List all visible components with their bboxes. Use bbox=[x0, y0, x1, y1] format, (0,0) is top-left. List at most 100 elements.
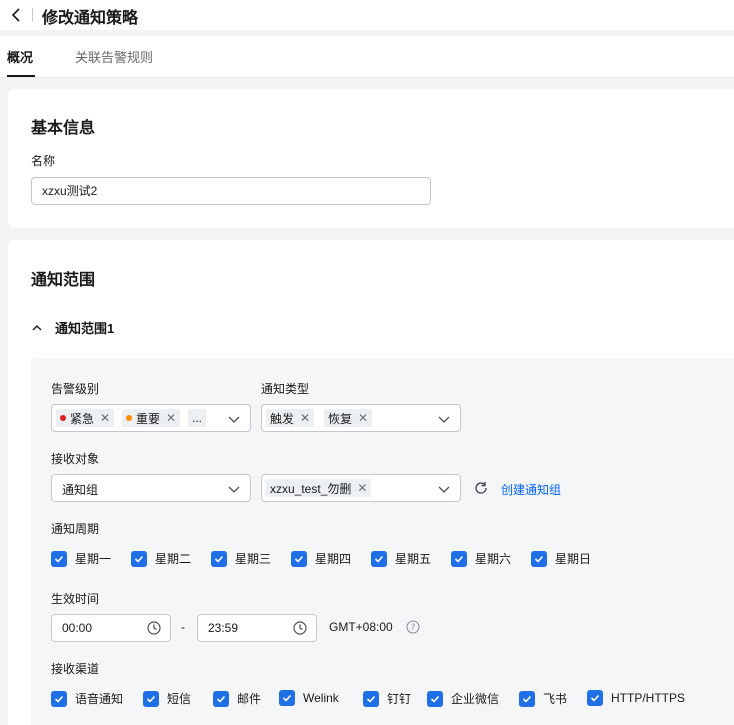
chevron-up-icon bbox=[32, 324, 42, 330]
checkbox-checked-icon bbox=[363, 690, 379, 707]
basic-info-title: 基本信息 bbox=[31, 120, 96, 137]
checkbox-label: 星期二 bbox=[155, 552, 192, 566]
channels-label: 接收渠道 bbox=[51, 662, 100, 676]
timezone-text: GMT+08:00 bbox=[329, 620, 393, 634]
remove-tag-icon[interactable]: ✕ bbox=[166, 411, 176, 425]
tag-label: 触发 bbox=[270, 411, 295, 426]
end-time-value: 23:59 bbox=[208, 621, 239, 635]
weekday-checkbox[interactable]: 星期日 bbox=[531, 550, 591, 567]
remove-tag-icon[interactable]: ✕ bbox=[358, 411, 368, 425]
checkbox-checked-icon bbox=[143, 690, 159, 707]
channel-checkbox[interactable]: 邮件 bbox=[213, 690, 261, 707]
alarm-level-select[interactable]: 紧急 ✕ 重要 ✕ ... bbox=[51, 404, 251, 432]
chevron-down-icon bbox=[438, 416, 450, 423]
checkbox-checked-icon bbox=[291, 550, 307, 567]
notify-type-label: 通知类型 bbox=[261, 382, 310, 396]
time-range-separator: - bbox=[181, 620, 185, 634]
checkbox-label: 星期六 bbox=[475, 552, 512, 566]
checkbox-label: 语音通知 bbox=[75, 692, 124, 706]
chevron-down-icon bbox=[228, 486, 240, 493]
checkbox-checked-icon bbox=[427, 690, 443, 707]
checkbox-checked-icon bbox=[587, 690, 603, 706]
weekday-checkbox[interactable]: 星期四 bbox=[291, 550, 351, 567]
weekday-checkbox[interactable]: 星期五 bbox=[371, 550, 431, 567]
checkbox-checked-icon bbox=[531, 550, 547, 567]
period-label: 通知周期 bbox=[51, 522, 100, 536]
receiver-label: 接收对象 bbox=[51, 452, 100, 466]
svg-text:?: ? bbox=[411, 623, 416, 633]
weekday-checkbox[interactable]: 星期六 bbox=[451, 550, 511, 567]
effective-time-label: 生效时间 bbox=[51, 592, 100, 606]
name-input[interactable]: xzxu测试2 bbox=[31, 177, 431, 205]
receiver-type-value: 通知组 bbox=[62, 483, 99, 497]
scope-group-panel: 告警级别 紧急 ✕ 重要 ✕ ... 通知类型 触发 ✕ 恢复 ✕ 接收对象 通… bbox=[31, 358, 734, 725]
notify-type-select[interactable]: 触发 ✕ 恢复 ✕ bbox=[261, 404, 461, 432]
refresh-icon[interactable] bbox=[473, 480, 489, 496]
checkbox-label: 短信 bbox=[167, 692, 192, 706]
notify-scope-card: 通知范围 通知范围1 告警级别 紧急 ✕ 重要 ✕ ... 通知类型 触发 ✕ … bbox=[8, 240, 734, 725]
checkbox-label: 钉钉 bbox=[387, 692, 412, 706]
tab-bar: 概况 关联告警规则 bbox=[0, 36, 734, 78]
checkbox-checked-icon bbox=[51, 690, 67, 707]
checkbox-label: 飞书 bbox=[543, 692, 568, 706]
notify-type-tag-recover: 恢复 ✕ bbox=[324, 409, 373, 427]
alarm-level-more-tag: ... bbox=[188, 409, 207, 427]
receiver-type-select[interactable]: 通知组 bbox=[51, 474, 251, 502]
alarm-level-label: 告警级别 bbox=[51, 382, 100, 396]
channel-checkbox[interactable]: 钉钉 bbox=[363, 690, 411, 707]
basic-info-card: 基本信息 名称 xzxu测试2 bbox=[8, 89, 734, 228]
checkbox-label: 企业微信 bbox=[451, 692, 500, 706]
checkbox-checked-icon bbox=[131, 550, 147, 567]
checkbox-checked-icon bbox=[451, 550, 467, 567]
tag-label: xzxu_test_勿删 bbox=[270, 481, 352, 496]
remove-tag-icon[interactable]: ✕ bbox=[357, 481, 367, 495]
channel-checkbox[interactable]: Welink bbox=[279, 690, 339, 706]
checkbox-label: 星期日 bbox=[555, 552, 592, 566]
channel-checkbox[interactable]: 企业微信 bbox=[427, 690, 499, 707]
checkbox-label: HTTP/HTTPS bbox=[611, 691, 685, 705]
weekday-checkbox[interactable]: 星期一 bbox=[51, 550, 111, 567]
channel-checkbox[interactable]: 飞书 bbox=[519, 690, 567, 707]
scope-group-toggle[interactable]: 通知范围1 bbox=[31, 318, 114, 337]
remove-tag-icon[interactable]: ✕ bbox=[300, 411, 310, 425]
checkbox-label: 星期五 bbox=[395, 552, 432, 566]
page-header: 修改通知策略 bbox=[0, 0, 734, 30]
checkbox-checked-icon bbox=[51, 550, 67, 567]
tag-label: 重要 bbox=[136, 411, 161, 426]
checkbox-checked-icon bbox=[211, 550, 227, 567]
checkbox-checked-icon bbox=[519, 690, 535, 707]
header-divider bbox=[32, 8, 33, 22]
channel-checkbox[interactable]: 语音通知 bbox=[51, 690, 123, 707]
help-icon[interactable]: ? bbox=[406, 620, 420, 634]
clock-icon bbox=[293, 621, 307, 635]
channel-checkbox[interactable]: 短信 bbox=[143, 690, 191, 707]
weekday-checkbox[interactable]: 星期二 bbox=[131, 550, 191, 567]
tag-label: 恢复 bbox=[328, 411, 353, 426]
checkbox-label: 星期三 bbox=[235, 552, 272, 566]
create-notify-group-link[interactable]: 创建通知组 bbox=[501, 481, 561, 498]
notify-group-tag: xzxu_test_勿删 ✕ bbox=[266, 479, 372, 497]
notify-group-select[interactable]: xzxu_test_勿删 ✕ bbox=[261, 474, 461, 502]
tag-label: 紧急 bbox=[70, 411, 95, 426]
checkbox-checked-icon bbox=[279, 690, 295, 706]
chevron-down-icon bbox=[228, 416, 240, 423]
checkbox-label: 星期一 bbox=[75, 552, 112, 566]
start-time-input[interactable]: 00:00 bbox=[51, 614, 171, 642]
start-time-value: 00:00 bbox=[62, 621, 93, 635]
tab-associated-alarm-rules[interactable]: 关联告警规则 bbox=[75, 47, 153, 66]
notify-scope-title: 通知范围 bbox=[31, 272, 96, 289]
checkbox-label: 星期四 bbox=[315, 552, 352, 566]
checkbox-checked-icon bbox=[213, 690, 229, 707]
active-tab-indicator bbox=[7, 75, 35, 77]
end-time-input[interactable]: 23:59 bbox=[197, 614, 317, 642]
scope-group-title: 通知范围1 bbox=[55, 321, 115, 336]
remove-tag-icon[interactable]: ✕ bbox=[100, 411, 110, 425]
channel-checkbox[interactable]: HTTP/HTTPS bbox=[587, 690, 685, 706]
back-arrow-icon[interactable] bbox=[10, 6, 24, 24]
checkbox-label: 邮件 bbox=[237, 692, 262, 706]
checkbox-label: Welink bbox=[303, 691, 339, 705]
tab-overview[interactable]: 概况 bbox=[7, 47, 33, 66]
weekday-checkbox[interactable]: 星期三 bbox=[211, 550, 271, 567]
clock-icon bbox=[147, 621, 161, 635]
alarm-level-tag-critical: 紧急 ✕ bbox=[56, 409, 115, 427]
